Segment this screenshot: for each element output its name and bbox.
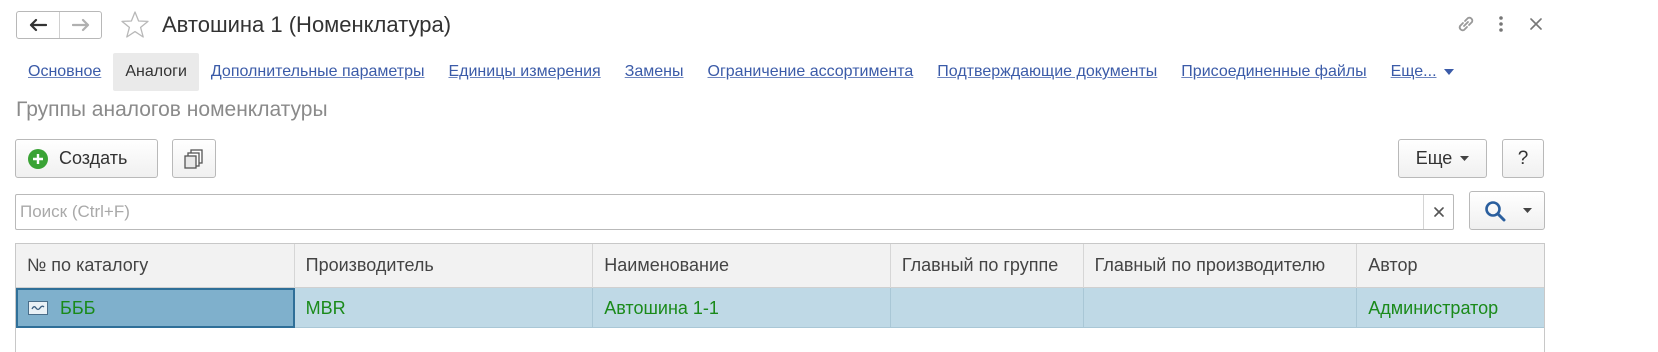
- tab-units[interactable]: Единицы измерения: [436, 53, 612, 91]
- search-clear-button[interactable]: [1423, 195, 1453, 229]
- table-header: № по каталогу Производитель Наименование…: [16, 244, 1544, 288]
- chevron-down-icon: [1523, 207, 1532, 213]
- search-field: [15, 194, 1454, 230]
- navigation-buttons: [16, 11, 102, 39]
- tab-main[interactable]: Основное: [16, 53, 113, 91]
- tab-more-label: Еще...: [1390, 63, 1437, 80]
- more-vertical-icon: [1499, 16, 1503, 32]
- favorite-star-icon[interactable]: [120, 10, 150, 40]
- tab-assortment-limits[interactable]: Ограничение ассортимента: [696, 53, 926, 91]
- search-icon: [1485, 200, 1506, 221]
- tab-bar: Основное Аналоги Дополнительные параметр…: [16, 53, 1467, 91]
- tab-attached-files[interactable]: Присоединенные файлы: [1169, 53, 1378, 91]
- search-button[interactable]: [1469, 191, 1545, 230]
- create-button[interactable]: Создать: [15, 139, 158, 178]
- more-button[interactable]: Еще: [1398, 139, 1487, 178]
- cell-main-by-manufacturer[interactable]: [1084, 288, 1358, 328]
- column-header-name[interactable]: Наименование: [593, 244, 891, 288]
- cell-catalog-number[interactable]: БББ: [16, 288, 295, 328]
- tab-more[interactable]: Еще...: [1379, 53, 1467, 91]
- column-header-author[interactable]: Автор: [1357, 244, 1544, 288]
- analogs-table: № по каталогу Производитель Наименование…: [15, 243, 1545, 352]
- help-button[interactable]: ?: [1502, 139, 1544, 178]
- section-title: Группы аналогов номенклатуры: [16, 98, 328, 121]
- table-row[interactable]: БББ MBR Автошина 1-1 Администратор: [16, 288, 1544, 328]
- search-input[interactable]: [16, 195, 1424, 229]
- chevron-down-icon: [1460, 155, 1470, 161]
- cell-name[interactable]: Автошина 1-1: [593, 288, 891, 328]
- column-header-main-by-manufacturer[interactable]: Главный по производителю: [1084, 244, 1358, 288]
- more-button-label: Еще: [1415, 148, 1453, 168]
- close-icon: [1530, 18, 1542, 30]
- more-actions-button[interactable]: [1489, 12, 1513, 36]
- column-header-manufacturer[interactable]: Производитель: [295, 244, 594, 288]
- close-button[interactable]: [1524, 12, 1548, 36]
- tab-additional-params[interactable]: Дополнительные параметры: [199, 53, 437, 91]
- link-icon: [1458, 16, 1474, 32]
- tab-confirming-docs[interactable]: Подтверждающие документы: [925, 53, 1169, 91]
- tab-analogs[interactable]: Аналоги: [113, 53, 199, 91]
- add-circle-icon: [28, 148, 48, 169]
- record-icon: [28, 301, 48, 315]
- back-arrow-icon: [29, 18, 47, 32]
- dropdown-arrow-icon: [1443, 69, 1454, 75]
- cell-catalog-number-text: БББ: [60, 298, 96, 318]
- column-header-main-in-group[interactable]: Главный по группе: [891, 244, 1084, 288]
- forward-button[interactable]: [59, 12, 101, 38]
- tab-replacements[interactable]: Замены: [613, 53, 696, 91]
- forward-arrow-icon: [71, 18, 89, 32]
- link-button[interactable]: [1454, 12, 1478, 36]
- copy-button[interactable]: [172, 139, 216, 178]
- create-button-label: Создать: [59, 148, 128, 168]
- back-button[interactable]: [17, 12, 59, 38]
- cell-author[interactable]: Администратор: [1357, 288, 1544, 328]
- window-title: Автошина 1 (Номенклатура): [162, 12, 452, 37]
- cell-main-in-group[interactable]: [891, 288, 1084, 328]
- clear-icon: [1433, 207, 1444, 217]
- cell-manufacturer[interactable]: MBR: [295, 288, 594, 328]
- column-header-catalog-number[interactable]: № по каталогу: [16, 244, 295, 288]
- copy-icon: [184, 148, 203, 169]
